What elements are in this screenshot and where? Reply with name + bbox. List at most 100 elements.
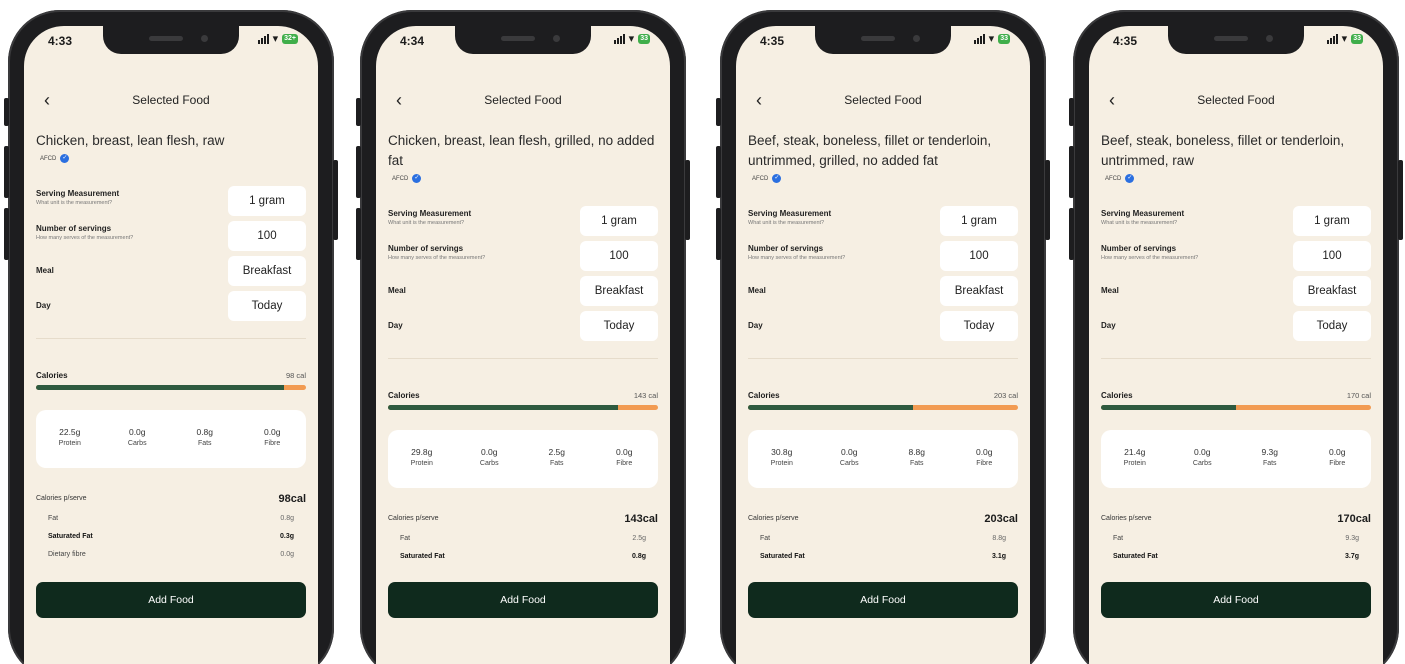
serving-measurement-label: Serving Measurement (388, 209, 472, 218)
speaker-grille (149, 36, 183, 41)
status-icons: ▾ 33 (613, 33, 650, 45)
phone-screen: 4:35 ▾ 33 ‹ Selected Food Beef, steak, bonele… (1089, 26, 1383, 664)
add-food-button[interactable]: Add Food (36, 582, 306, 618)
phone-side-button (1069, 146, 1074, 198)
number-of-servings-label: Number of servings (388, 244, 464, 253)
source-badge-label: AFCD (40, 155, 57, 162)
macro-label: Carbs (1192, 460, 1212, 467)
nutrient-label: Saturated Fat (48, 533, 93, 540)
macro-protein: 30.8g Protein (748, 430, 816, 488)
macro-fats: 9.3g Fats (1236, 430, 1304, 488)
macro-value: 8.8g (908, 447, 926, 457)
nutrient-label: Saturated Fat (1113, 553, 1158, 560)
nav-title: Selected Food (132, 93, 210, 107)
calories-value: 170 cal (1346, 391, 1371, 400)
number-of-servings-row: Number of servings How many serves of the… (748, 241, 1018, 271)
macro-value: 0.0g (1328, 447, 1346, 457)
nutrient-row: Dietary fibre 0.0g (48, 551, 294, 563)
front-camera (1266, 35, 1273, 42)
battery-icon: 33 (998, 34, 1010, 44)
phone-side-button (1398, 160, 1403, 240)
day-field[interactable]: Today (580, 311, 658, 341)
meal-label: Meal (388, 286, 406, 295)
phone-side-button (356, 146, 361, 198)
nutrient-value: 0.0g (280, 551, 294, 558)
calories-label: Calories (388, 391, 420, 400)
phone-side-button (716, 146, 721, 198)
macro-label: Fibre (976, 460, 993, 467)
nav-title: Selected Food (484, 93, 562, 107)
status-icons: ▾ 32+ (257, 33, 298, 45)
battery-icon: 33 (1351, 34, 1363, 44)
nutrient-row: Saturated Fat 3.1g (760, 553, 1006, 565)
phone-side-button (356, 98, 361, 126)
number-of-servings-label: Number of servings (748, 244, 824, 253)
number-of-servings-field[interactable]: 100 (940, 241, 1018, 271)
number-of-servings-label: Number of servings (36, 224, 112, 233)
food-name: Beef, steak, boneless, fillet or tenderl… (748, 133, 992, 168)
verified-check-icon: ✓ (772, 174, 782, 183)
phone-screen: 4:34 ▾ 33 ‹ Selected Food Chicken, breast, le… (376, 26, 670, 664)
source-badge-label: AFCD (752, 175, 769, 182)
day-field[interactable]: Today (940, 311, 1018, 341)
calories-per-serve-label: Calories p/serve (36, 495, 87, 502)
section-divider (748, 358, 1018, 359)
macro-carbs: 0.0g Carbs (456, 430, 524, 488)
phone-screen: 4:33 ▾ 32+ ‹ Selected Food Chicken, breast, l… (24, 26, 318, 664)
calories-label: Calories (1101, 391, 1133, 400)
calorie-progress-fill (748, 405, 913, 410)
wifi-icon: ▾ (628, 33, 635, 45)
day-field[interactable]: Today (1293, 311, 1371, 341)
speaker-grille (861, 36, 895, 41)
meal-field[interactable]: Breakfast (1293, 276, 1371, 306)
serving-measurement-field[interactable]: 1 gram (228, 186, 306, 216)
day-label: Day (388, 321, 403, 330)
wifi-icon: ▾ (1341, 33, 1348, 45)
status-icons: ▾ 33 (1326, 33, 1363, 45)
source-badge: AFCD ✓ (392, 174, 422, 183)
speaker-grille (1214, 36, 1248, 41)
add-food-button[interactable]: Add Food (388, 582, 658, 618)
macro-summary-card: 22.5g Protein 0.0g Carbs 0.8g Fats 0.0g Fibre (36, 410, 306, 468)
wifi-icon: ▾ (988, 33, 995, 45)
serving-measurement-field[interactable]: 1 gram (940, 206, 1018, 236)
status-time: 4:34 (400, 34, 425, 48)
battery-icon: 32+ (282, 34, 298, 44)
phone-screen: 4:35 ▾ 33 ‹ Selected Food Beef, steak, bonele… (736, 26, 1030, 664)
serving-measurement-hint: What unit is the measurement? (748, 220, 825, 226)
calories-per-serve-label: Calories p/serve (748, 515, 799, 522)
meal-field[interactable]: Breakfast (580, 276, 658, 306)
calorie-progress-bar (36, 385, 306, 390)
add-food-button[interactable]: Add Food (1101, 582, 1371, 618)
status-time: 4:33 (48, 34, 73, 48)
meal-row: Meal Breakfast (388, 276, 658, 306)
phone-notch (103, 26, 239, 54)
speaker-grille (501, 36, 535, 41)
phone-side-button (716, 208, 721, 260)
number-of-servings-hint: How many serves of the measurement? (36, 235, 134, 241)
number-of-servings-field[interactable]: 100 (1293, 241, 1371, 271)
nav-title: Selected Food (1197, 93, 1275, 107)
food-name: Beef, steak, boneless, fillet or tenderl… (1101, 133, 1345, 168)
macro-protein: 21.4g Protein (1101, 430, 1169, 488)
phone-mockup: 4:35 ▾ 33 ‹ Selected Food Beef, steak, bonele… (716, 10, 1050, 664)
meal-field[interactable]: Breakfast (228, 256, 306, 286)
day-field[interactable]: Today (228, 291, 306, 321)
day-row: Day Today (36, 291, 306, 321)
signal-icon (1326, 34, 1338, 44)
nav-bar: ‹ Selected Food (376, 90, 670, 112)
serving-measurement-field[interactable]: 1 gram (1293, 206, 1371, 236)
number-of-servings-hint: How many serves of the measurement? (1101, 255, 1199, 261)
meal-field[interactable]: Breakfast (940, 276, 1018, 306)
number-of-servings-field[interactable]: 100 (580, 241, 658, 271)
wifi-icon: ▾ (272, 33, 279, 45)
nutrient-value: 0.8g (631, 553, 646, 560)
calories-per-serve-value: 203cal (984, 513, 1018, 525)
day-label: Day (1101, 321, 1116, 330)
nutrient-value: 2.5g (632, 535, 646, 542)
macro-label: Carbs (479, 460, 499, 467)
serving-measurement-field[interactable]: 1 gram (580, 206, 658, 236)
number-of-servings-field[interactable]: 100 (228, 221, 306, 251)
macro-value: 22.5g (59, 427, 81, 437)
add-food-button[interactable]: Add Food (748, 582, 1018, 618)
